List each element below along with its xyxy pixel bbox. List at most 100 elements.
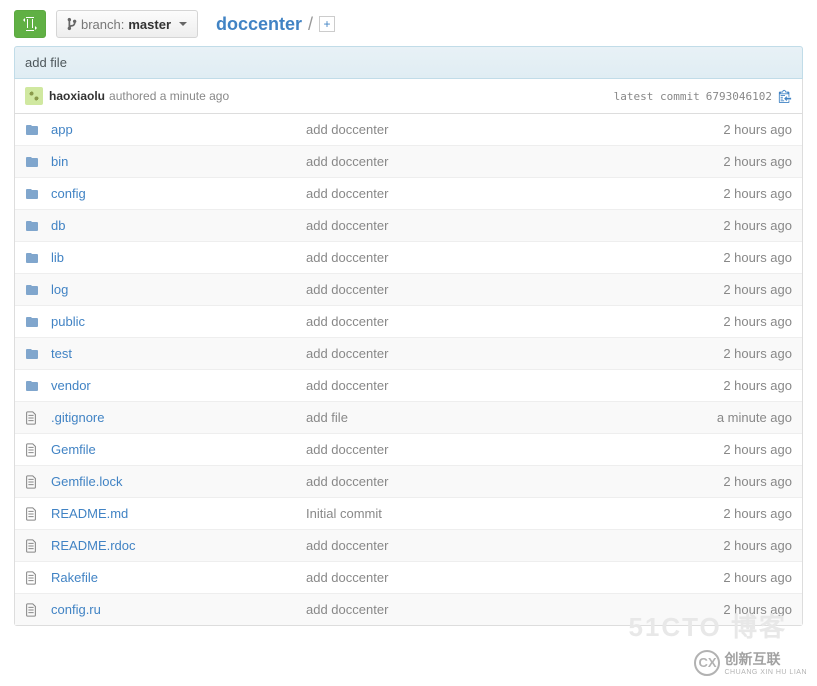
file-time: 2 hours ago xyxy=(723,282,792,297)
file-link[interactable]: config xyxy=(51,186,86,201)
file-commit-msg[interactable]: add doccenter xyxy=(306,282,723,297)
file-time: 2 hours ago xyxy=(723,442,792,457)
table-row: bin add doccenter2 hours ago xyxy=(15,145,802,177)
folder-icon xyxy=(25,347,41,361)
compare-button[interactable] xyxy=(14,10,46,38)
file-commit-msg[interactable]: add doccenter xyxy=(306,314,723,329)
file-time: 2 hours ago xyxy=(723,474,792,489)
file-link[interactable]: vendor xyxy=(51,378,91,393)
folder-icon xyxy=(25,187,41,201)
file-commit-msg[interactable]: add doccenter xyxy=(306,474,723,489)
author-name[interactable]: haoxiaolu xyxy=(49,89,105,103)
folder-icon xyxy=(25,283,41,297)
commit-author-row: haoxiaolu authored a minute ago latest c… xyxy=(14,79,803,114)
file-time: 2 hours ago xyxy=(723,218,792,233)
file-link[interactable]: log xyxy=(51,282,68,297)
file-commit-msg[interactable]: add file xyxy=(306,410,717,425)
table-row: README.rdoc add doccenter2 hours ago xyxy=(15,529,802,561)
branch-name: master xyxy=(128,17,171,32)
table-row: Gemfile.lock add doccenter2 hours ago xyxy=(15,465,802,497)
file-commit-msg[interactable]: add doccenter xyxy=(306,122,723,137)
commit-sha[interactable]: 6793046102 xyxy=(706,90,772,103)
file-link[interactable]: db xyxy=(51,218,65,233)
branch-selector[interactable]: branch: master xyxy=(56,10,198,38)
file-link[interactable]: public xyxy=(51,314,85,329)
branch-label: branch: xyxy=(81,17,124,32)
table-row: README.md Initial commit2 hours ago xyxy=(15,497,802,529)
breadcrumb-separator: / xyxy=(308,14,313,35)
table-row: public add doccenter2 hours ago xyxy=(15,305,802,337)
chevron-down-icon xyxy=(179,22,187,26)
table-row: app add doccenter2 hours ago xyxy=(15,114,802,145)
file-commit-msg[interactable]: add doccenter xyxy=(306,250,723,265)
file-link[interactable]: config.ru xyxy=(51,602,101,617)
file-icon xyxy=(25,571,41,585)
table-row: log add doccenter2 hours ago xyxy=(15,273,802,305)
file-time: 2 hours ago xyxy=(723,122,792,137)
file-icon xyxy=(25,603,41,617)
folder-icon xyxy=(25,251,41,265)
file-link[interactable]: Gemfile.lock xyxy=(51,474,123,489)
file-time: 2 hours ago xyxy=(723,538,792,553)
folder-icon xyxy=(25,315,41,329)
file-commit-msg[interactable]: add doccenter xyxy=(306,186,723,201)
file-icon xyxy=(25,475,41,489)
file-commit-msg[interactable]: add doccenter xyxy=(306,570,723,585)
table-row: vendor add doccenter2 hours ago xyxy=(15,369,802,401)
file-time: 2 hours ago xyxy=(723,186,792,201)
file-time: 2 hours ago xyxy=(723,378,792,393)
file-link[interactable]: app xyxy=(51,122,73,137)
repo-link[interactable]: doccenter xyxy=(216,14,302,35)
file-icon xyxy=(25,507,41,521)
file-time: 2 hours ago xyxy=(723,314,792,329)
file-time: 2 hours ago xyxy=(723,506,792,521)
file-time: 2 hours ago xyxy=(723,154,792,169)
author-action: authored xyxy=(109,89,156,103)
watermark-text-sub: CHUANG XIN HU LIAN xyxy=(724,669,807,676)
git-branch-icon xyxy=(67,17,77,31)
compare-icon xyxy=(23,16,37,32)
table-row: testadd doccenter2 hours ago xyxy=(15,337,802,369)
author-time: a minute ago xyxy=(160,89,229,103)
latest-commit-label: latest commit xyxy=(614,90,700,103)
file-link[interactable]: test xyxy=(51,346,72,361)
clipboard-icon[interactable] xyxy=(778,89,792,103)
watermark-logo-icon: CX xyxy=(694,650,720,676)
avatar[interactable] xyxy=(25,87,43,105)
folder-icon xyxy=(25,219,41,233)
file-commit-msg[interactable]: add doccenter xyxy=(306,218,723,233)
file-commit-msg[interactable]: add doccenter xyxy=(306,346,723,361)
file-icon xyxy=(25,411,41,425)
create-file-button[interactable]: + xyxy=(319,16,335,32)
file-commit-msg[interactable]: add doccenter xyxy=(306,442,723,457)
watermark: CX 创新互联 CHUANG XIN HU LIAN xyxy=(694,649,807,676)
repo-toolbar: branch: master doccenter / + xyxy=(0,0,817,46)
file-time: 2 hours ago xyxy=(723,250,792,265)
folder-icon xyxy=(25,155,41,169)
file-link[interactable]: bin xyxy=(51,154,68,169)
file-commit-msg[interactable]: Initial commit xyxy=(306,506,723,521)
file-link[interactable]: README.md xyxy=(51,506,128,521)
file-link[interactable]: lib xyxy=(51,250,64,265)
file-icon xyxy=(25,539,41,553)
folder-icon xyxy=(25,123,41,137)
file-link[interactable]: Gemfile xyxy=(51,442,96,457)
table-row: Gemfile add doccenter2 hours ago xyxy=(15,433,802,465)
table-row: db add doccenter2 hours ago xyxy=(15,209,802,241)
file-commit-msg[interactable]: add doccenter xyxy=(306,378,723,393)
file-commit-msg[interactable]: add doccenter xyxy=(306,154,723,169)
watermark-ghost: 51CTO 博客 xyxy=(628,607,787,644)
file-time: 2 hours ago xyxy=(723,570,792,585)
watermark-text-cn: 创新互联 xyxy=(724,649,807,669)
file-link[interactable]: .gitignore xyxy=(51,410,104,425)
breadcrumb: doccenter / + xyxy=(216,14,335,35)
file-icon xyxy=(25,443,41,457)
folder-icon xyxy=(25,379,41,393)
table-row: config add doccenter2 hours ago xyxy=(15,177,802,209)
file-link[interactable]: README.rdoc xyxy=(51,538,136,553)
table-row: lib add doccenter2 hours ago xyxy=(15,241,802,273)
commit-message: add file xyxy=(25,55,67,70)
file-link[interactable]: Rakefile xyxy=(51,570,98,585)
latest-commit-bar[interactable]: add file xyxy=(14,46,803,79)
file-commit-msg[interactable]: add doccenter xyxy=(306,538,723,553)
